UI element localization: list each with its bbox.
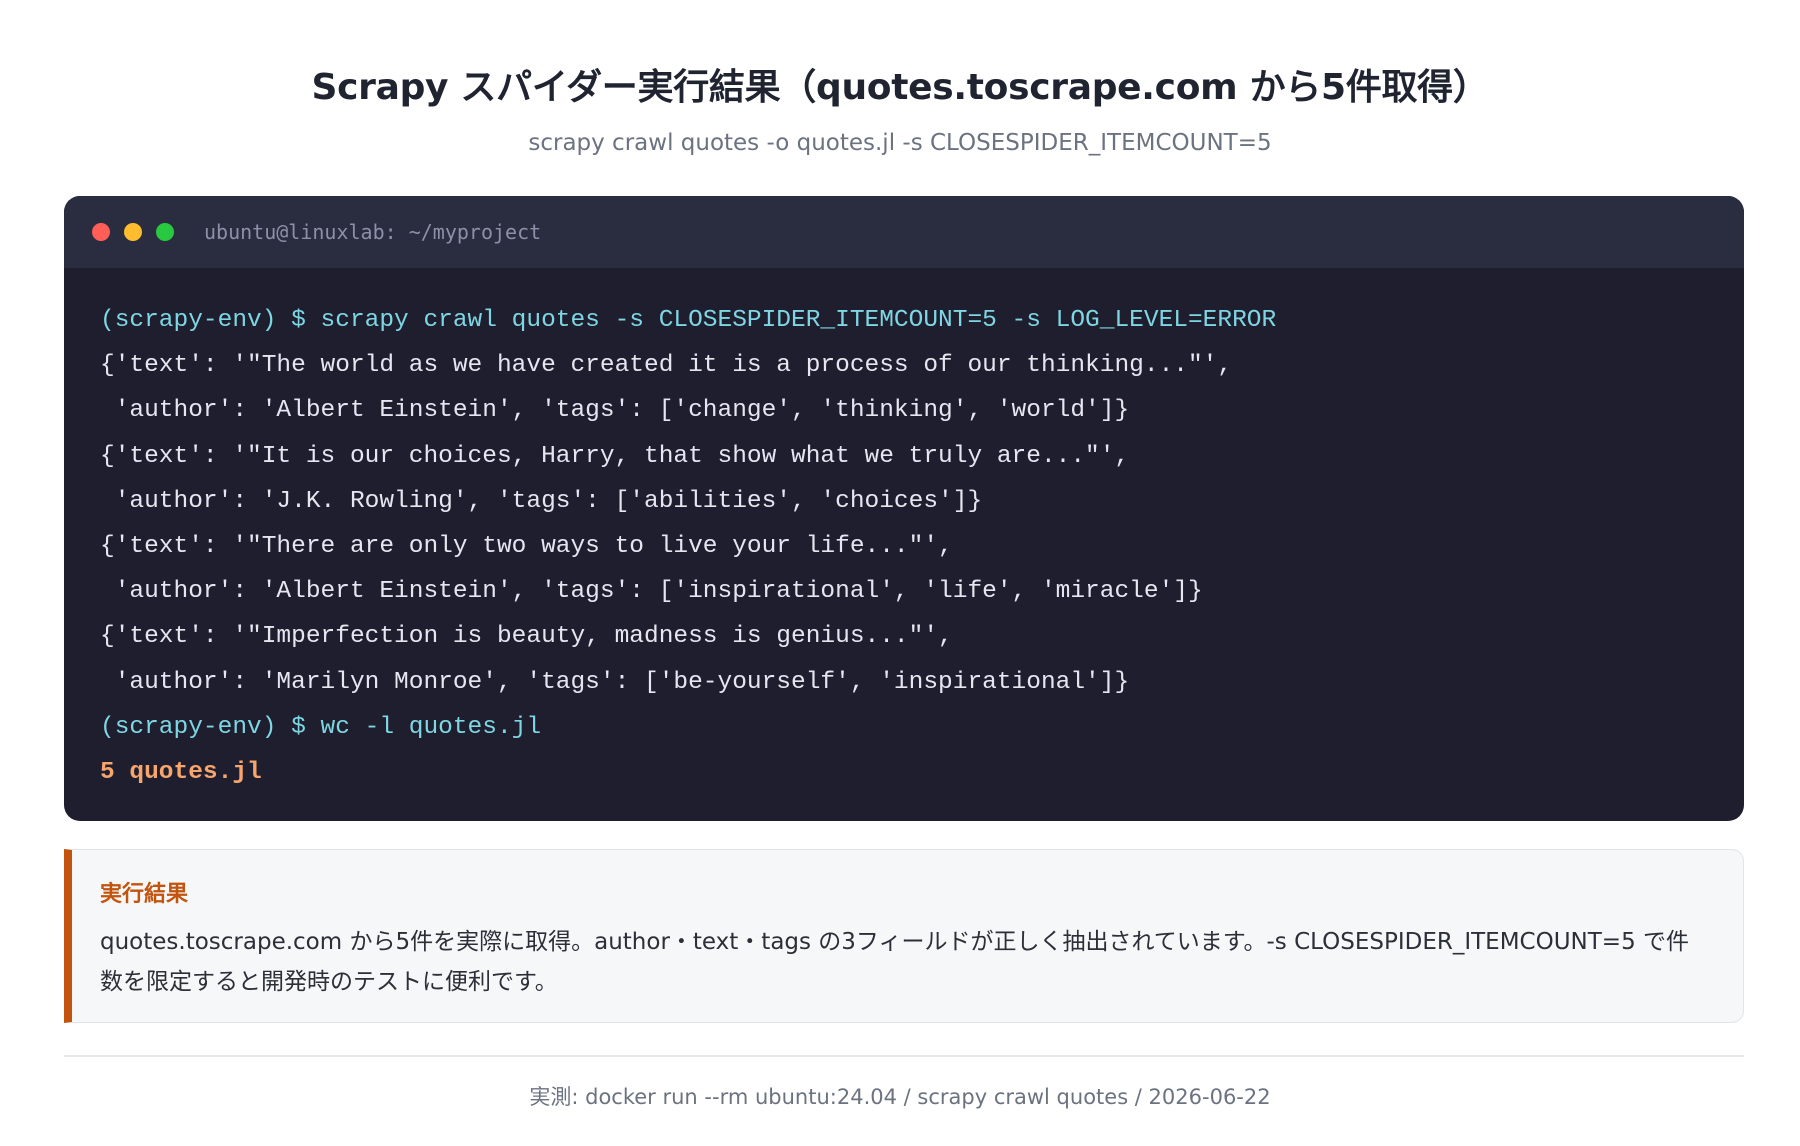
terminal-output-line: {'text': '"There are only two ways to li…: [100, 532, 953, 560]
page-subtitle: scrapy crawl quotes -o quotes.jl -s CLOS…: [528, 130, 1272, 156]
terminal-output-line: 'author': 'Albert Einstein', 'tags': ['c…: [100, 397, 1130, 425]
terminal-output-line: 'author': 'Albert Einstein', 'tags': ['i…: [100, 578, 1203, 606]
footer-divider: [64, 1055, 1744, 1057]
terminal-output-line: {'text': '"It is our choices, Harry, tha…: [100, 442, 1130, 470]
page: Scrapy スパイダー実行結果（quotes.toscrape.com から5…: [0, 0, 1800, 1146]
result-callout: 実行結果 quotes.toscrape.com から5件を実際に取得。auth…: [64, 849, 1744, 1023]
minimize-window-dot-icon[interactable]: [124, 223, 142, 241]
result-label: 実行結果: [100, 882, 189, 907]
result-description: quotes.toscrape.com から5件を実際に取得。author・te…: [100, 929, 1690, 995]
terminal-result-line: 5 quotes.jl: [100, 758, 262, 786]
terminal-output-line: {'text': '"Imperfection is beauty, madne…: [100, 623, 953, 651]
terminal-output-line: 'author': 'Marilyn Monroe', 'tags': ['be…: [100, 668, 1130, 696]
terminal-title: ubuntu@linuxlab: ~/myproject: [204, 220, 542, 244]
terminal-output-line: 'author': 'J.K. Rowling', 'tags': ['abil…: [100, 487, 983, 515]
terminal-window: ubuntu@linuxlab: ~/myproject (scrapy-env…: [64, 196, 1744, 821]
terminal-command-line: (scrapy-env) $ scrapy crawl quotes -s CL…: [100, 307, 1277, 334]
terminal-title-bar: ubuntu@linuxlab: ~/myproject: [64, 196, 1744, 268]
close-window-dot-icon[interactable]: [92, 223, 110, 241]
footer-note: 実測: docker run --rm ubuntu:24.04 / scrap…: [529, 1085, 1271, 1109]
page-title: Scrapy スパイダー実行結果（quotes.toscrape.com から5…: [311, 67, 1489, 108]
terminal-command-line: (scrapy-env) $ wc -l quotes.jl: [100, 713, 542, 741]
terminal-output[interactable]: (scrapy-env) $ scrapy crawl quotes -s CL…: [64, 268, 1744, 795]
maximize-window-dot-icon[interactable]: [156, 223, 174, 241]
terminal-output-line: {'text': '"The world as we have created …: [100, 352, 1233, 380]
